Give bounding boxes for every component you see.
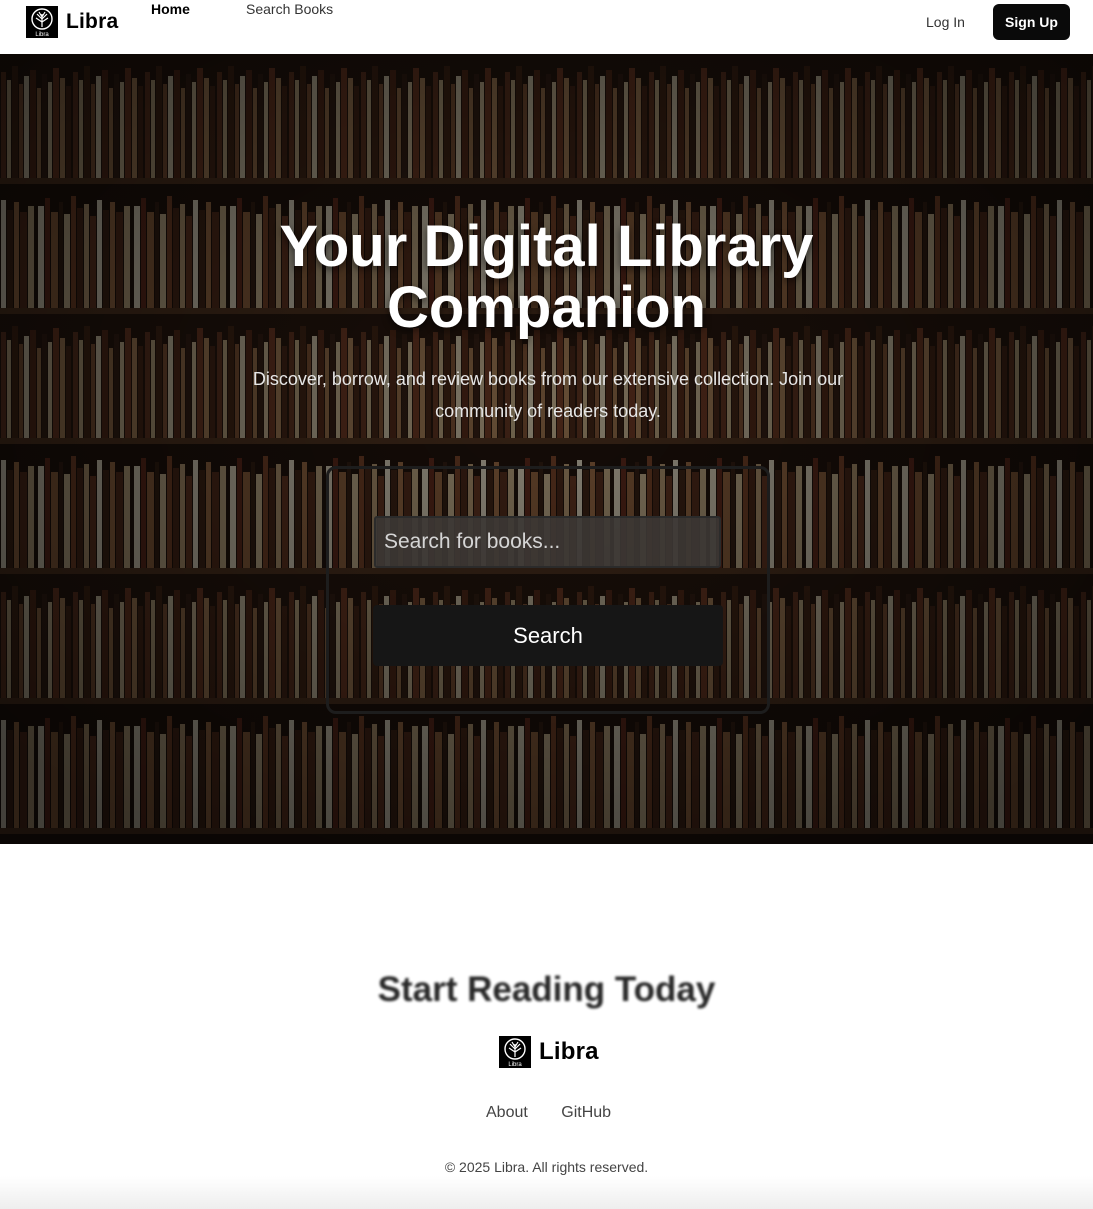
top-navigation-bar: Libra Libra Home Search Books Log In Sig…: [0, 0, 1093, 54]
nav-link-search-books[interactable]: Search Books: [246, 1, 333, 17]
brand-name: Libra: [66, 10, 119, 33]
svg-text:Libra: Libra: [508, 1062, 522, 1068]
search-button[interactable]: Search: [373, 605, 723, 666]
nav-link-home[interactable]: Home: [151, 1, 190, 17]
search-input[interactable]: [374, 516, 721, 568]
libra-logo-icon: Libra: [499, 1036, 531, 1068]
brand-logo-link[interactable]: Libra Libra: [26, 6, 118, 38]
login-link[interactable]: Log In: [926, 14, 965, 30]
sign-up-button[interactable]: Sign Up: [993, 4, 1070, 40]
start-reading-heading: Start Reading Today: [377, 970, 716, 1009]
footer-link-about[interactable]: About: [486, 1104, 528, 1121]
bookshelf-background-image: [0, 54, 1093, 844]
hero-title: Your Digital Library Companion: [0, 216, 1093, 338]
libra-logo-icon: Libra: [26, 6, 58, 38]
hero-title-line-2: Companion: [387, 275, 706, 340]
hero-subtitle: Discover, borrow, and review books from …: [252, 369, 844, 421]
footer-brand-name: Libra: [539, 1038, 599, 1065]
footer-brand[interactable]: Libra Libra: [499, 1036, 599, 1068]
footer-link-github[interactable]: GitHub: [561, 1104, 611, 1121]
footer: Libra Libra About GitHub © 2025 Libra. A…: [0, 1016, 1093, 1209]
hero-section: Your Digital Library Companion Discover,…: [0, 54, 1093, 844]
svg-text:Libra: Libra: [35, 32, 49, 38]
search-panel: [326, 466, 770, 714]
hero-title-line-1: Your Digital Library: [279, 214, 814, 279]
copyright-text: © 2025 Libra. All rights reserved.: [444, 1159, 649, 1175]
footer-links: About GitHub: [486, 1104, 611, 1122]
